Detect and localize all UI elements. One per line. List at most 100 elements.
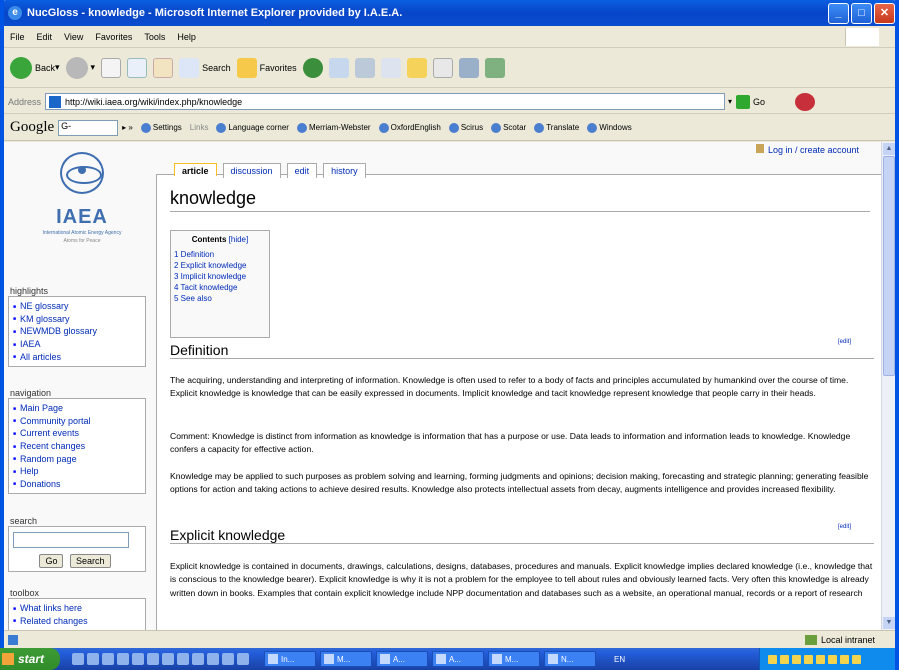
search-input[interactable] <box>13 532 129 548</box>
nav-item[interactable]: Donations <box>13 478 141 491</box>
task-button[interactable]: N... <box>544 651 596 667</box>
highlight-item[interactable]: KM glossary <box>13 313 141 326</box>
quick-launch-icon[interactable] <box>132 653 144 665</box>
google-search-input[interactable]: G- <box>58 119 119 136</box>
page-icon[interactable] <box>432 57 453 78</box>
quick-launch-icon[interactable] <box>117 653 129 665</box>
go-button[interactable]: Go <box>39 554 64 568</box>
tray-icon[interactable] <box>768 654 777 664</box>
forward-button[interactable]: ▾ <box>65 56 95 79</box>
quick-launch-icon[interactable] <box>222 653 234 665</box>
search-button[interactable]: Search <box>179 57 231 78</box>
toc-item[interactable]: 2 Explicit knowledge <box>174 260 266 271</box>
menu-file[interactable]: File <box>10 32 25 42</box>
tray-icon[interactable] <box>816 654 825 664</box>
tray-icon[interactable] <box>828 654 837 664</box>
login-link[interactable]: Log in / create account <box>755 144 859 155</box>
scroll-up-icon[interactable]: ▲ <box>883 143 895 155</box>
menu-view[interactable]: View <box>64 32 83 42</box>
refresh-icon[interactable] <box>127 57 148 78</box>
nav-item[interactable]: Random page <box>13 453 141 466</box>
menu-edit[interactable]: Edit <box>37 32 53 42</box>
link-oxford-english[interactable]: OxfordEnglish <box>378 122 441 133</box>
link-merriam-webster[interactable]: Merriam-Webster <box>296 122 371 133</box>
tray-icon[interactable] <box>852 654 861 664</box>
quick-launch-icon[interactable] <box>237 653 249 665</box>
quick-launch-icon[interactable] <box>87 653 99 665</box>
vertical-scrollbar[interactable]: ▲ ▼ <box>881 142 895 630</box>
task-button[interactable]: A... <box>432 651 484 667</box>
tray-icon[interactable] <box>840 654 849 664</box>
folder-icon[interactable] <box>406 57 427 78</box>
settings-button[interactable]: Settings <box>140 122 182 133</box>
quick-launch-icon[interactable] <box>192 653 204 665</box>
tab-history[interactable]: history <box>323 163 366 178</box>
highlight-item[interactable]: IAEA <box>13 338 141 351</box>
quick-launch-icon[interactable] <box>72 653 84 665</box>
toc-item[interactable]: 5 See also <box>174 293 266 304</box>
scroll-thumb[interactable] <box>883 156 895 376</box>
language-indicator[interactable]: EN <box>614 655 625 664</box>
toc-item[interactable]: 4 Tacit knowledge <box>174 282 266 293</box>
history-icon[interactable] <box>302 57 323 78</box>
back-button[interactable]: Back ▾ <box>10 56 60 79</box>
toolbox-item[interactable]: What links here <box>13 602 141 615</box>
nav-item[interactable]: Current events <box>13 427 141 440</box>
home-icon[interactable] <box>153 57 174 78</box>
messenger-icon[interactable] <box>484 57 505 78</box>
task-button[interactable]: M... <box>488 651 540 667</box>
edit-icon[interactable] <box>380 57 401 78</box>
link-scotar[interactable]: Scotar <box>491 122 526 133</box>
print-icon[interactable] <box>354 57 375 78</box>
tray-icon[interactable] <box>780 654 789 664</box>
acrobat-icon[interactable] <box>795 92 816 111</box>
title-bar[interactable]: e NucGloss - knowledge - Microsoft Inter… <box>4 0 895 26</box>
address-input[interactable]: http://wiki.iaea.org/wiki/index.php/know… <box>45 93 726 110</box>
menu-tools[interactable]: Tools <box>144 32 165 42</box>
quick-launch-icon[interactable] <box>147 653 159 665</box>
go-button[interactable]: Go <box>736 94 765 109</box>
link-scirus[interactable]: Scirus <box>448 122 483 133</box>
google-go-button[interactable]: ▸ » <box>122 123 133 132</box>
task-button[interactable]: A... <box>376 651 428 667</box>
stop-icon[interactable] <box>101 57 122 78</box>
quick-launch-icon[interactable] <box>102 653 114 665</box>
nav-item[interactable]: Main Page <box>13 402 141 415</box>
link-language-corner[interactable]: Language corner <box>216 122 289 133</box>
search-button[interactable]: Search <box>70 554 111 568</box>
start-button[interactable]: start <box>0 648 60 670</box>
iaea-logo[interactable]: IAEA International Atomic Energy Agency … <box>12 148 152 278</box>
nav-item[interactable]: Recent changes <box>13 440 141 453</box>
quick-launch-icon[interactable] <box>162 653 174 665</box>
nav-item[interactable]: Community portal <box>13 415 141 428</box>
menu-help[interactable]: Help <box>177 32 196 42</box>
toc-hide-link[interactable]: [hide] <box>229 235 249 244</box>
close-button[interactable]: ✕ <box>874 3 895 24</box>
toc-item[interactable]: 3 Implicit knowledge <box>174 271 266 282</box>
minimize-button[interactable]: _ <box>828 3 849 24</box>
highlight-item[interactable]: NE glossary <box>13 300 141 313</box>
quick-launch-icon[interactable] <box>177 653 189 665</box>
task-button[interactable]: In... <box>264 651 316 667</box>
highlight-item[interactable]: All articles <box>13 351 141 364</box>
tab-article[interactable]: article <box>174 163 217 176</box>
highlight-item[interactable]: NEWMDB glossary <box>13 325 141 338</box>
nav-item[interactable]: Help <box>13 465 141 478</box>
task-button[interactable]: M... <box>320 651 372 667</box>
scroll-down-icon[interactable]: ▼ <box>883 617 895 629</box>
tab-discussion[interactable]: discussion <box>222 163 281 178</box>
discuss-icon[interactable] <box>458 57 479 78</box>
toc-item[interactable]: 1 Definition <box>174 249 266 260</box>
tray-icon[interactable] <box>804 654 813 664</box>
address-dropdown-icon[interactable]: ▾ <box>728 97 732 106</box>
link-windows[interactable]: Windows <box>587 122 632 133</box>
link-translate[interactable]: Translate <box>534 122 579 133</box>
menu-favorites[interactable]: Favorites <box>95 32 132 42</box>
toolbox-item[interactable]: Related changes <box>13 615 141 628</box>
mail-icon[interactable] <box>328 57 349 78</box>
tab-edit[interactable]: edit <box>286 163 318 178</box>
tray-icon[interactable] <box>792 654 801 664</box>
favorites-button[interactable]: Favorites <box>236 57 297 78</box>
quick-launch-icon[interactable] <box>207 653 219 665</box>
maximize-button[interactable]: □ <box>851 3 872 24</box>
